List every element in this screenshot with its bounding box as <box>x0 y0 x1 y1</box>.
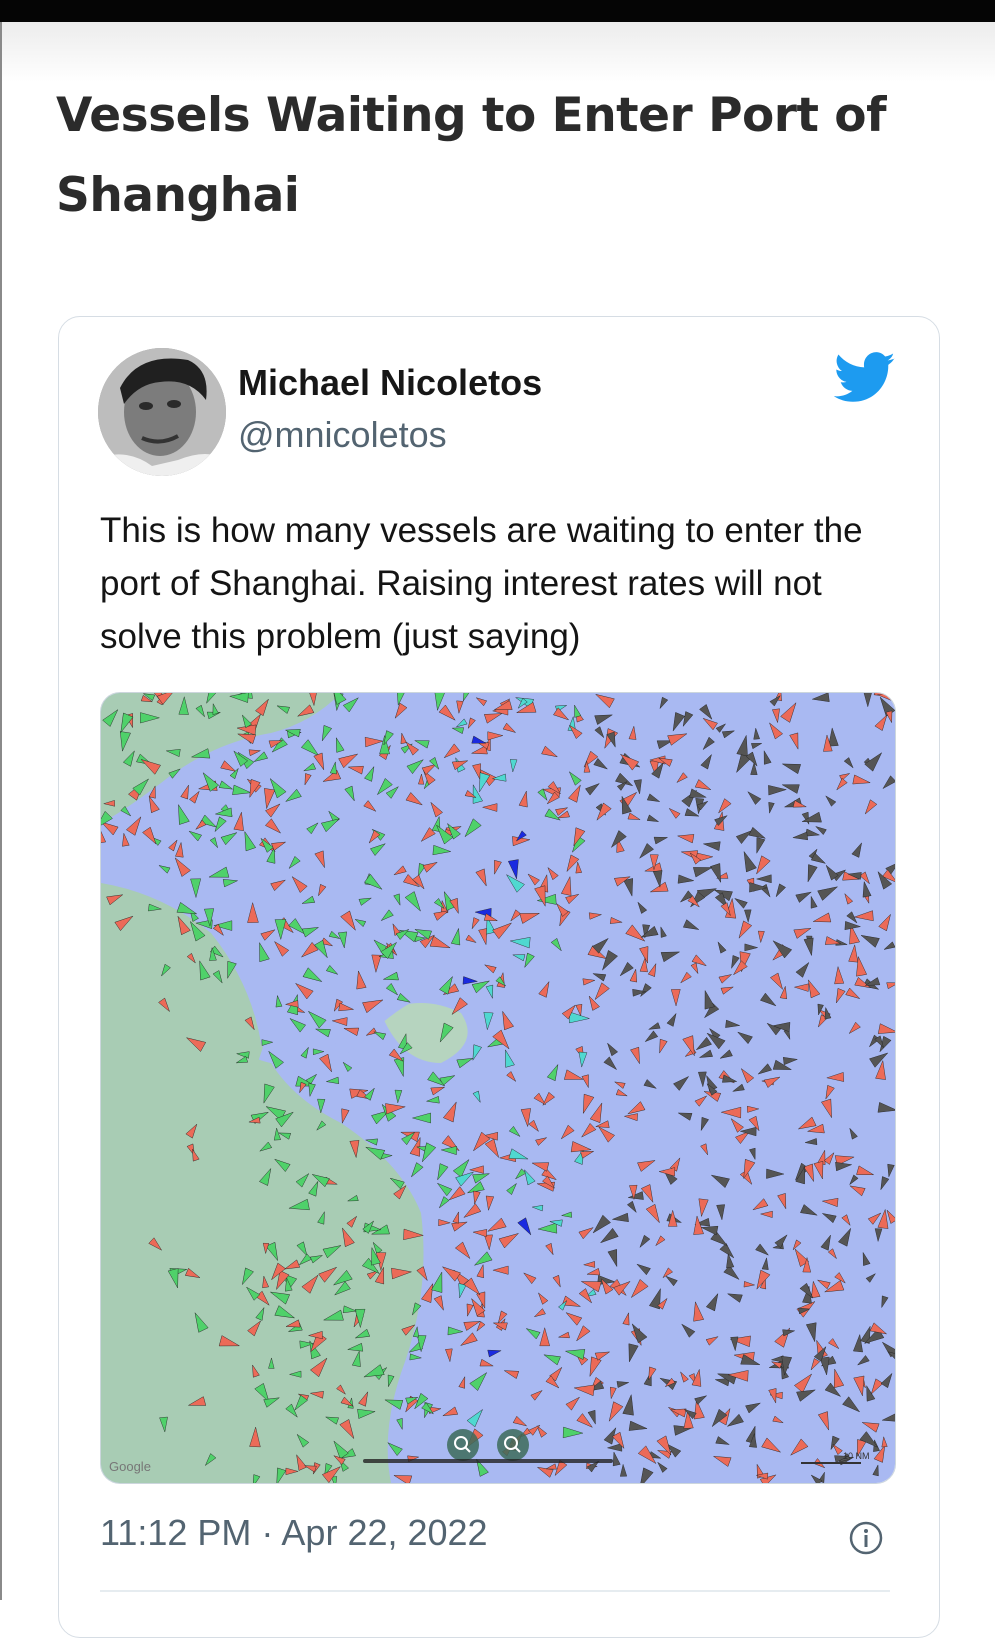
author-handle[interactable]: @mnicoletos <box>238 414 447 456</box>
zoom-in-icon <box>447 1429 479 1461</box>
zoom-out-icon <box>497 1429 529 1461</box>
author-name[interactable]: Michael Nicoletos <box>238 362 542 404</box>
author-avatar[interactable] <box>98 348 226 476</box>
map-attribution: Google <box>109 1459 151 1474</box>
map-scale-label: 10 NM <box>843 1451 870 1461</box>
header-shadow <box>0 22 995 82</box>
tweet-footer-divider <box>100 1590 890 1592</box>
twitter-bird-icon[interactable] <box>833 352 896 404</box>
scroll-indicator <box>363 1459 613 1463</box>
info-icon[interactable] <box>848 1520 884 1556</box>
vessel-traffic-map-image[interactable]: Google 10 NM <box>100 692 896 1484</box>
status-bar <box>0 0 995 22</box>
tweet-timestamp[interactable]: 11:12 PM · Apr 22, 2022 <box>100 1512 488 1554</box>
tweet-text: This is how many vessels are waiting to … <box>100 511 863 656</box>
article-title: Vessels Waiting to Enter Port of Shangha… <box>56 88 887 223</box>
page-edge <box>0 22 2 1600</box>
